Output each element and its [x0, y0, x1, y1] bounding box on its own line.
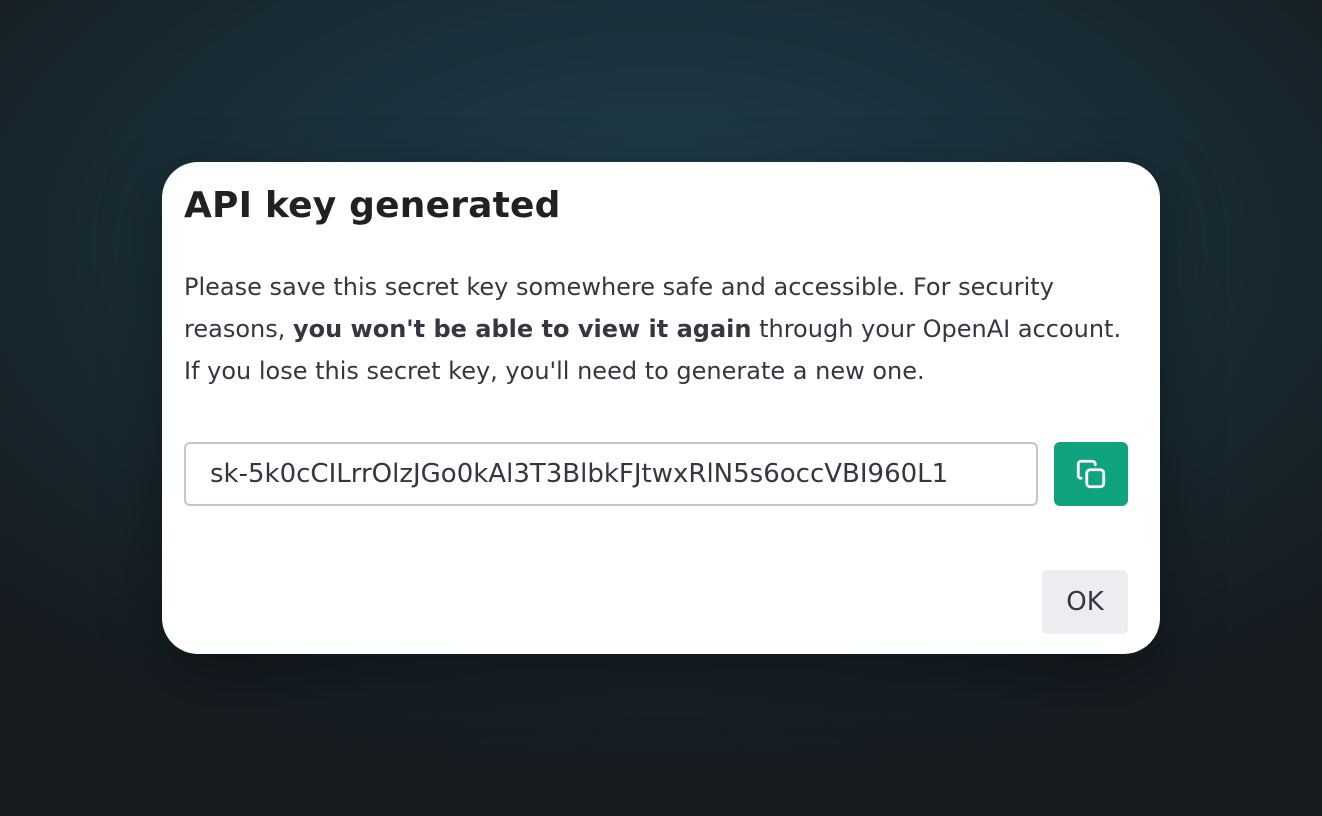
description-emphasis: you won't be able to view it again	[292, 315, 752, 343]
copy-icon	[1076, 459, 1106, 489]
api-key-dialog: API key generated Please save this secre…	[162, 162, 1160, 654]
dialog-description: Please save this secret key somewhere sa…	[184, 266, 1134, 392]
ok-button[interactable]: OK	[1042, 570, 1128, 634]
dialog-title: API key generated	[184, 185, 561, 226]
copy-button[interactable]	[1054, 442, 1128, 506]
api-key-field[interactable]	[184, 442, 1038, 506]
